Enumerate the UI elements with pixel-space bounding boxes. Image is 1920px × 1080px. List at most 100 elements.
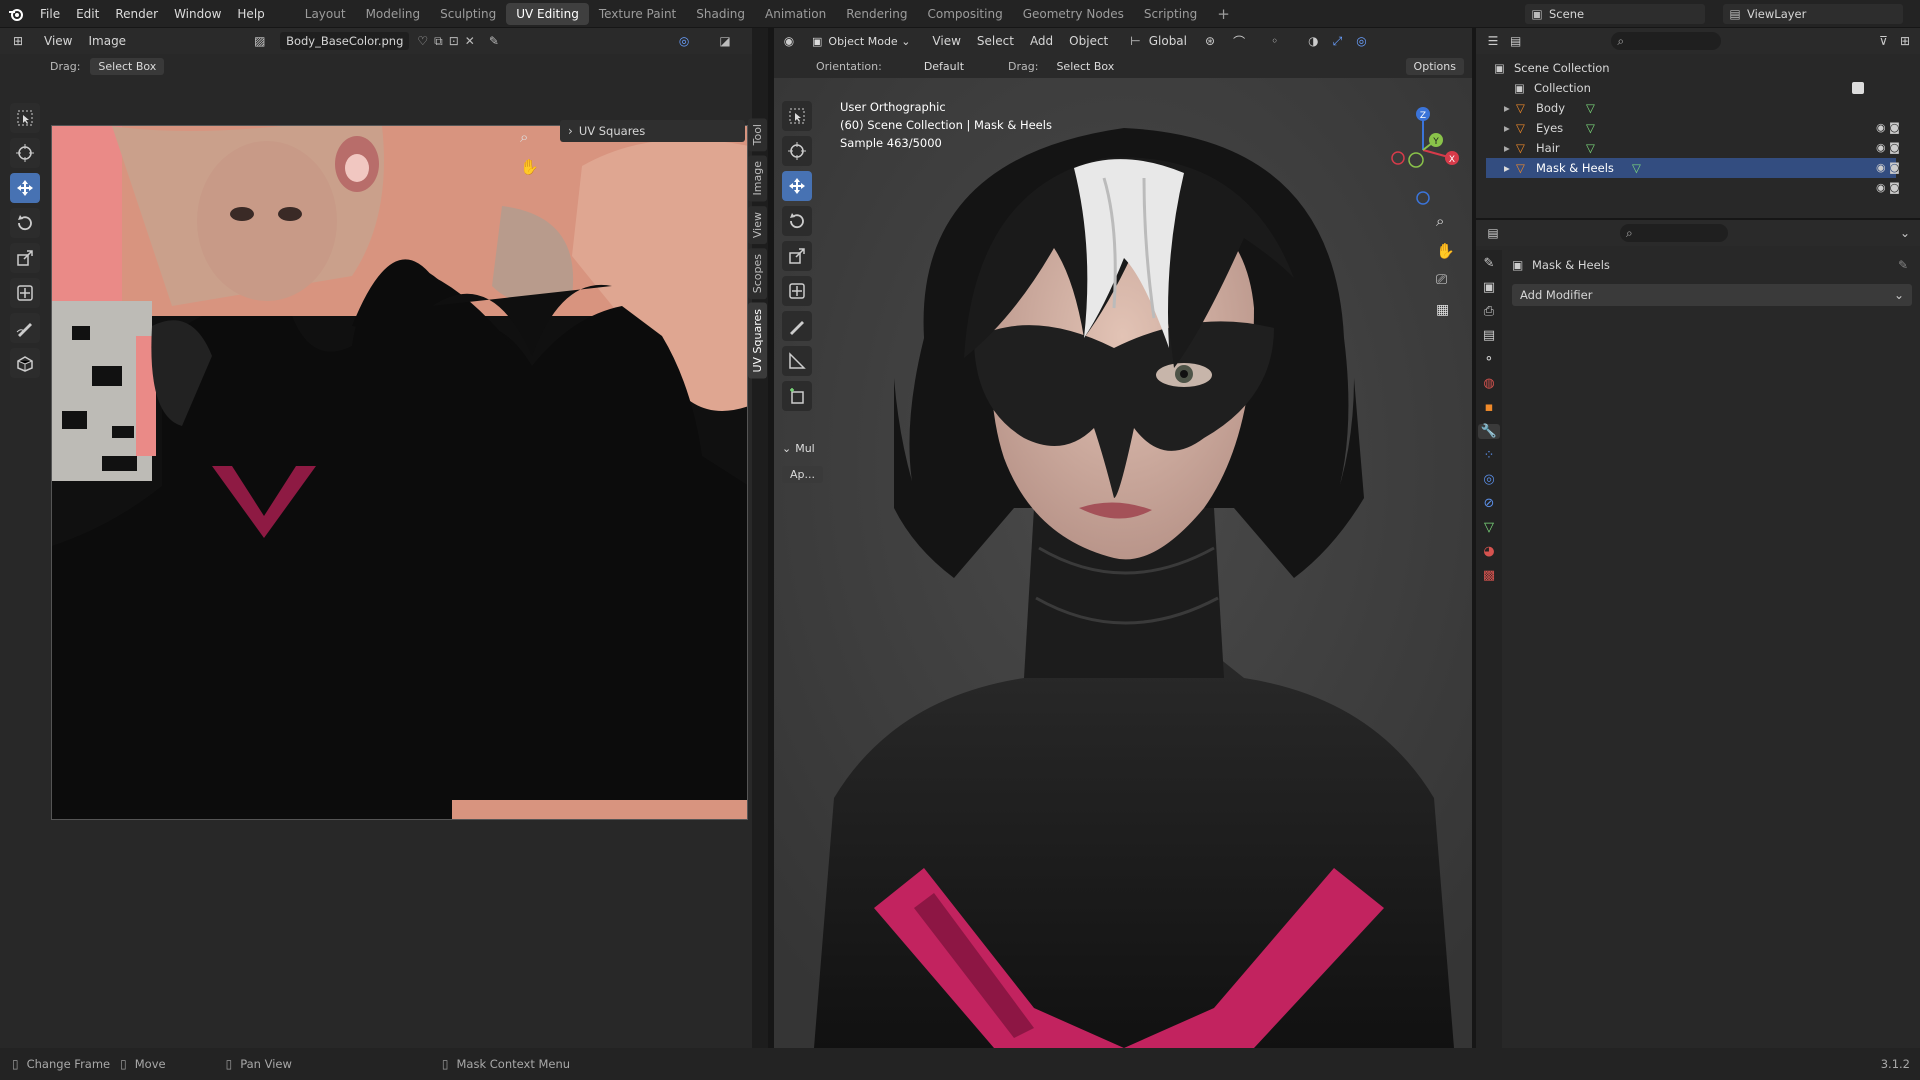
visibility-icon[interactable]: ◑ bbox=[1308, 34, 1318, 48]
add-modifier-dropdown[interactable]: Add Modifier ⌄ bbox=[1512, 284, 1912, 306]
transform-global-dropdown[interactable]: Global bbox=[1141, 34, 1195, 48]
image-browse-icon[interactable]: ▨ bbox=[254, 34, 280, 48]
viewport-select-menu[interactable]: Select bbox=[969, 34, 1022, 48]
tab-animation[interactable]: Animation bbox=[755, 3, 836, 25]
expand-arrow-icon[interactable]: ▸ bbox=[1504, 121, 1516, 135]
side-tab-scopes[interactable]: Scopes bbox=[748, 247, 767, 300]
tab-compositing[interactable]: Compositing bbox=[917, 3, 1012, 25]
object-tab-icon[interactable]: ▪ bbox=[1485, 400, 1494, 415]
uv-overlay-icon[interactable]: ◎ bbox=[679, 34, 689, 48]
open-image-icon[interactable]: ⊡ bbox=[449, 34, 459, 48]
viewport-drag-dropdown[interactable]: Select Box bbox=[1048, 58, 1122, 75]
outliner-search-input[interactable]: ⌕ bbox=[1611, 32, 1722, 50]
3d-viewport[interactable]: ◉ ▣ Object Mode ⌄ View Select Add Object … bbox=[774, 28, 1472, 1048]
menu-edit[interactable]: Edit bbox=[68, 7, 107, 21]
vp-select-tool[interactable] bbox=[782, 101, 812, 131]
data-tab-icon[interactable]: ▽ bbox=[1484, 520, 1494, 535]
duplicate-image-icon[interactable]: ⧉ bbox=[434, 34, 443, 49]
eye-icon[interactable]: ◉ ◙ bbox=[1876, 138, 1916, 158]
vp-annotate-tool[interactable] bbox=[782, 311, 812, 341]
viewport-object-menu[interactable]: Object bbox=[1061, 34, 1116, 48]
eye-icon[interactable]: ◉ ◙ bbox=[1876, 118, 1916, 138]
side-tab-uv-squares[interactable]: UV Squares bbox=[748, 303, 767, 379]
collection-checkbox[interactable] bbox=[1852, 82, 1864, 94]
select-box-tool[interactable] bbox=[10, 103, 40, 133]
vp-move-tool[interactable] bbox=[782, 171, 812, 201]
expand-arrow-icon[interactable]: ▸ bbox=[1504, 101, 1516, 115]
vp-transform-tool[interactable] bbox=[782, 276, 812, 306]
scale-tool[interactable] bbox=[10, 243, 40, 273]
zoom-icon[interactable]: ⌕ bbox=[520, 128, 528, 146]
render-tab-icon[interactable]: ▣ bbox=[1483, 280, 1495, 295]
physics-tab-icon[interactable]: ◎ bbox=[1483, 472, 1494, 487]
uv-image-menu[interactable]: Image bbox=[80, 34, 134, 48]
menu-window[interactable]: Window bbox=[166, 7, 229, 21]
collapse-icon[interactable]: ⌄ bbox=[782, 442, 791, 455]
display-mode-icon[interactable]: ▤ bbox=[1510, 34, 1521, 48]
eye-icon[interactable]: ◉ ◙ bbox=[1876, 158, 1916, 178]
vp-add-cube-tool[interactable] bbox=[782, 381, 812, 411]
uv-texture-image[interactable] bbox=[51, 125, 748, 820]
vp-cursor-tool[interactable] bbox=[782, 136, 812, 166]
unlink-image-icon[interactable]: ✕ bbox=[465, 34, 475, 48]
tab-modeling[interactable]: Modeling bbox=[356, 3, 431, 25]
new-collection-icon[interactable]: ⊞ bbox=[1900, 34, 1910, 48]
outliner-row-collection[interactable]: ▣ Collection bbox=[1494, 78, 1920, 98]
vp-rotate-tool[interactable] bbox=[782, 206, 812, 236]
constraints-tab-icon[interactable]: ⊘ bbox=[1484, 496, 1495, 511]
tab-sculpting[interactable]: Sculpting bbox=[430, 3, 506, 25]
uv-squares-panel[interactable]: › UV Squares bbox=[560, 120, 745, 142]
outliner-row-mask-heels[interactable]: ▸ ▽ Mask & Heels ▽ bbox=[1486, 158, 1896, 178]
tab-scripting[interactable]: Scripting bbox=[1134, 3, 1207, 25]
filter-icon[interactable]: ⊽ bbox=[1879, 34, 1888, 48]
viewport-view-menu[interactable]: View bbox=[924, 34, 968, 48]
properties-options-icon[interactable]: ⌄ bbox=[1900, 226, 1910, 240]
tab-geometry-nodes[interactable]: Geometry Nodes bbox=[1013, 3, 1134, 25]
expand-arrow-icon[interactable]: ▸ bbox=[1504, 141, 1516, 155]
annotate-tool[interactable] bbox=[10, 313, 40, 343]
vp-scale-tool[interactable] bbox=[782, 241, 812, 271]
vp-measure-tool[interactable] bbox=[782, 346, 812, 376]
pin-properties-icon[interactable]: ✎ bbox=[1898, 258, 1908, 272]
outliner-row-scene-collection[interactable]: ▣ Scene Collection bbox=[1494, 58, 1920, 78]
transform-tool[interactable] bbox=[10, 278, 40, 308]
snap-icon[interactable]: ⌒ bbox=[1233, 33, 1245, 50]
tab-rendering[interactable]: Rendering bbox=[836, 3, 917, 25]
texture-tab-icon[interactable]: ▩ bbox=[1483, 568, 1495, 583]
side-tab-image[interactable]: Image bbox=[748, 155, 767, 202]
overlay-toggle-icon[interactable]: ◎ bbox=[1356, 34, 1366, 48]
properties-search-input[interactable]: ⌕ bbox=[1620, 224, 1728, 242]
particles-tab-icon[interactable]: ⁘ bbox=[1484, 448, 1495, 463]
cursor-tool[interactable] bbox=[10, 138, 40, 168]
apply-button[interactable]: Ap... bbox=[782, 466, 823, 483]
gizmo-toggle-icon[interactable]: ⤢ bbox=[1333, 34, 1343, 49]
editor-type-icon[interactable]: ⊞ bbox=[0, 34, 36, 48]
transform-orientation-icon[interactable]: ⊢ bbox=[1130, 34, 1140, 48]
fake-user-icon[interactable]: ♡ bbox=[417, 34, 428, 48]
view-layer-selector[interactable]: ▤ ViewLayer bbox=[1723, 4, 1903, 24]
navigation-gizmo[interactable]: Z X Y bbox=[1378, 98, 1468, 208]
properties-editor-type-icon[interactable]: ▤ bbox=[1476, 226, 1510, 240]
uv-view-menu[interactable]: View bbox=[36, 34, 80, 48]
view-layer-tab-icon[interactable]: ▤ bbox=[1483, 328, 1495, 343]
material-tab-icon[interactable]: ◕ bbox=[1483, 544, 1494, 559]
menu-help[interactable]: Help bbox=[229, 7, 272, 21]
outliner-row-hair[interactable]: ▸ ▽ Hair ▽ bbox=[1494, 138, 1920, 158]
camera-view-icon[interactable]: ⎚ bbox=[1436, 272, 1447, 288]
rotate-tool[interactable] bbox=[10, 208, 40, 238]
options-dropdown[interactable]: Options bbox=[1405, 57, 1464, 75]
uv-display-icon[interactable]: ◪ bbox=[719, 34, 730, 48]
tab-texture-paint[interactable]: Texture Paint bbox=[589, 3, 686, 25]
viewport-zoom-icon[interactable]: ⌕ bbox=[1436, 212, 1444, 230]
scene-tab-icon[interactable]: ⚬ bbox=[1484, 352, 1495, 367]
menu-file[interactable]: File bbox=[32, 7, 68, 21]
ortho-toggle-icon[interactable]: ▦ bbox=[1436, 302, 1449, 318]
uv-drag-dropdown[interactable]: Select Box bbox=[90, 57, 165, 75]
panel-expand-icon[interactable]: › bbox=[568, 124, 573, 138]
pin-icon[interactable]: ✎ bbox=[489, 34, 499, 48]
expand-arrow-icon[interactable]: ▸ bbox=[1504, 161, 1516, 175]
side-tab-tool[interactable]: Tool bbox=[748, 118, 767, 152]
tool-tab-icon[interactable]: ✎ bbox=[1484, 256, 1495, 271]
modifier-tab-icon[interactable]: 🔧 bbox=[1477, 424, 1501, 439]
grab-tool[interactable] bbox=[10, 348, 40, 378]
